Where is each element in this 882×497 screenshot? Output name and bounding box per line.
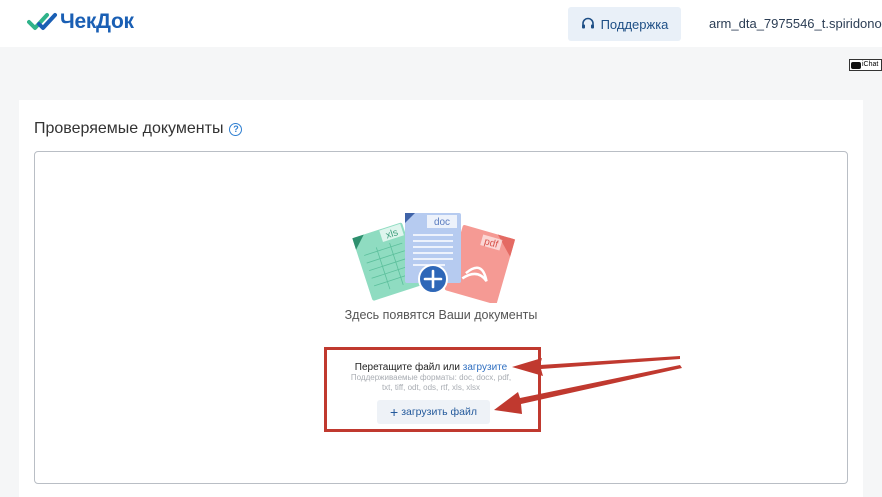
question-circle-icon[interactable]: ? [229,122,243,136]
logo-text: ЧекДок [60,10,134,33]
headset-icon [581,17,594,29]
support-button[interactable]: Поддержка [568,7,681,41]
upload-file-label: загрузить файл [401,406,477,418]
plus-icon: + [390,404,399,420]
drag-drop-text: Перетащите файл или загрузите [341,362,521,373]
logo[interactable]: ЧекДок [27,8,134,36]
documents-illustration: xls pdf doc [352,213,516,303]
upload-file-button[interactable]: + загрузить файл [377,400,490,424]
doc-file-label: doc [434,217,450,228]
chat-label: iChat [862,61,879,68]
empty-state-text: Здесь появятся Ваши документы [344,308,538,322]
documents-title-row: Проверяемые документы ? [34,120,243,138]
user-menu[interactable]: arm_dta_7975546_t.spiridonova [709,16,882,31]
chat-icon [851,61,861,69]
check-mark-logo-icon [27,13,57,30]
app-header: ЧекДок Поддержка arm_dta_7975546_t.spiri… [0,0,882,47]
file-dropzone[interactable]: xls pdf doc Здесь появятся Ваши документ… [34,151,848,484]
upload-link[interactable]: загрузите [463,362,507,373]
drag-drop-label: Перетащите файл или [354,362,460,373]
supported-formats: Поддерживаемые форматы: doc, docx, pdf, … [350,373,512,392]
support-label: Поддержка [600,16,669,32]
documents-card: Проверяемые документы ? xls pdf doc Здес… [19,100,863,497]
chat-widget[interactable]: iChat [849,59,882,71]
page-title: Проверяемые документы [34,120,224,137]
